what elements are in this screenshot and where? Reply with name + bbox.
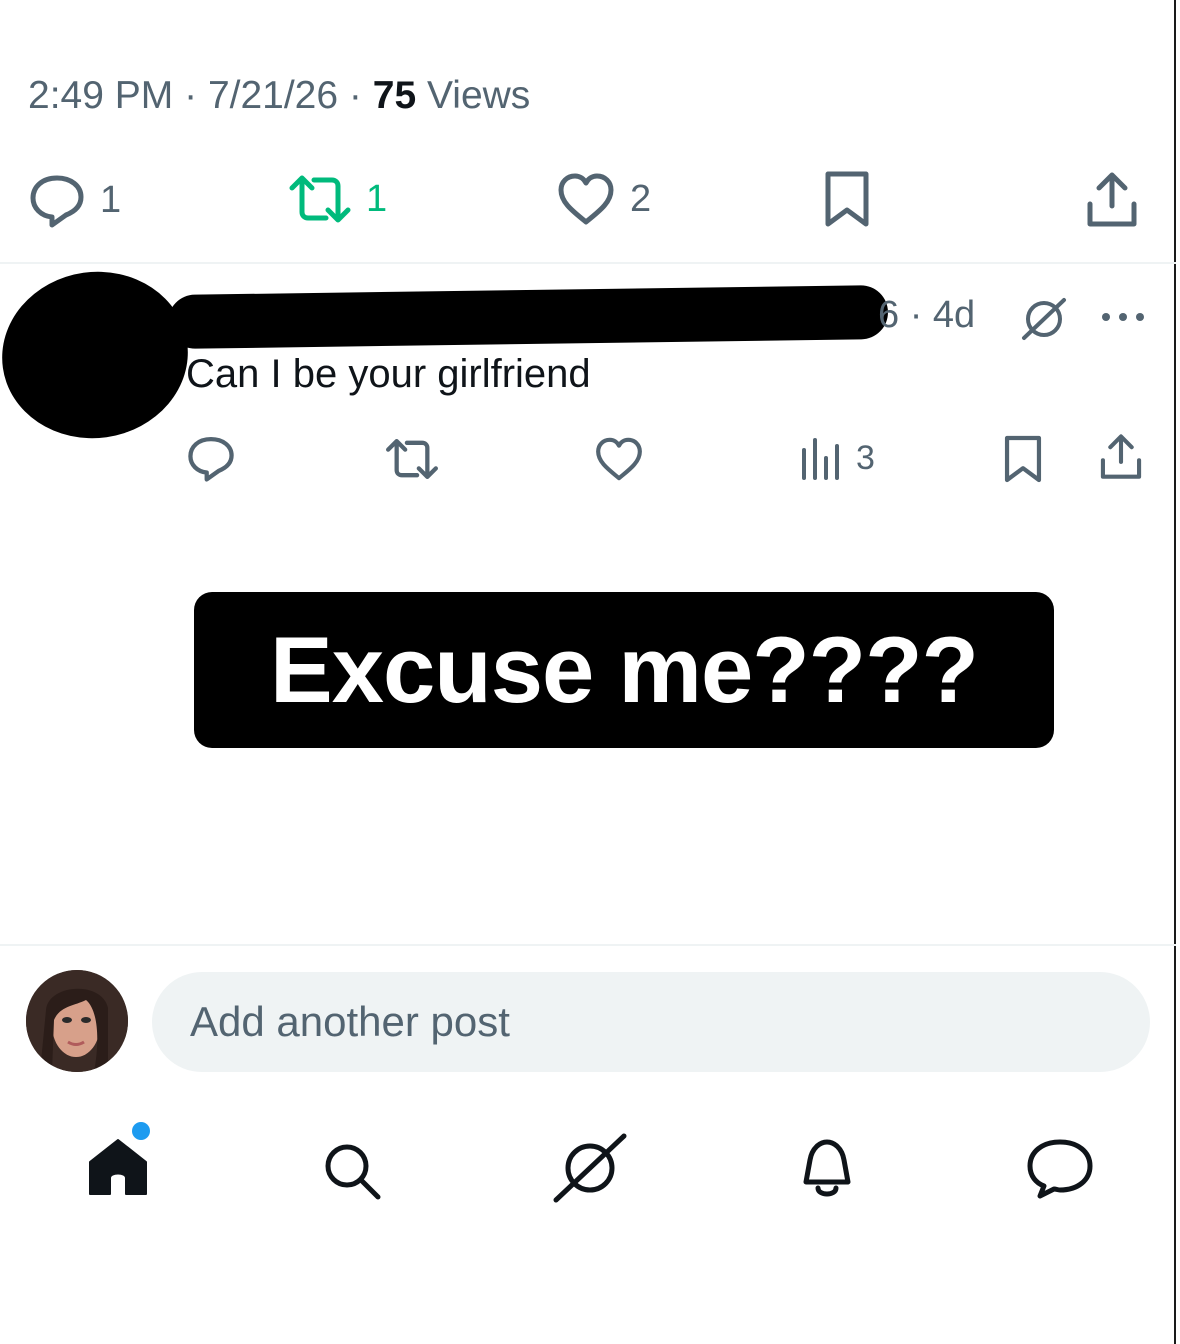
- screen-edge: [1174, 0, 1176, 1344]
- home-unread-dot: [132, 1122, 150, 1140]
- reply-button[interactable]: 1: [28, 172, 121, 228]
- repost-count: 1: [366, 177, 388, 220]
- reply-icon: [188, 437, 234, 482]
- analytics-icon: [802, 438, 839, 480]
- chat-icon: [1027, 1139, 1093, 1199]
- grok-icon: [553, 1133, 627, 1203]
- bookmark-button[interactable]: [822, 170, 872, 228]
- share-icon: [1087, 172, 1137, 227]
- avatar-image: [26, 970, 128, 1072]
- post-views-count: 75: [372, 74, 417, 117]
- reply-like-button[interactable]: [594, 436, 644, 482]
- nav-notifications[interactable]: [796, 1136, 858, 1207]
- divider: [0, 944, 1176, 946]
- like-count: 2: [630, 177, 652, 220]
- caption-text: Excuse me????: [270, 617, 979, 722]
- reply-views-button[interactable]: 3: [800, 436, 875, 480]
- search-icon: [325, 1144, 381, 1200]
- bookmark-icon: [825, 171, 869, 227]
- bell-icon: [803, 1139, 851, 1197]
- more-icon: [1102, 313, 1144, 321]
- redacted-avatar: [0, 259, 199, 451]
- reply-repost-button[interactable]: [384, 436, 440, 482]
- post-action-bar: 1 1 2: [0, 168, 1170, 234]
- reply-icon: [30, 175, 84, 228]
- repost-icon: [289, 175, 351, 223]
- home-icon: [89, 1139, 147, 1195]
- reply-share-button[interactable]: [1098, 432, 1144, 482]
- heart-icon: [558, 173, 614, 225]
- nav-grok[interactable]: [552, 1132, 628, 1209]
- divider: [0, 262, 1176, 264]
- nav-home[interactable]: [86, 1122, 150, 1203]
- redacted-username: [167, 284, 889, 350]
- post-views-label: Views: [426, 74, 531, 117]
- reply-meta: 6 · 4d: [878, 294, 975, 337]
- share-button[interactable]: [1084, 170, 1140, 230]
- grok-button[interactable]: [1018, 294, 1070, 349]
- reply-bookmark-button[interactable]: [1002, 434, 1044, 484]
- post-meta: 2:49 PM · 7/21/26 · 75 Views: [28, 74, 531, 117]
- post-date: 7/21/26: [207, 74, 339, 117]
- reply-count: 1: [100, 178, 122, 221]
- caption-overlay: Excuse me????: [194, 592, 1054, 748]
- like-button[interactable]: 2: [556, 172, 651, 226]
- grok-icon: [1022, 298, 1066, 340]
- user-avatar[interactable]: [26, 970, 128, 1072]
- heart-icon: [596, 437, 642, 481]
- reply-text: Can I be your girlfriend: [186, 352, 591, 396]
- add-post-input[interactable]: Add another post: [152, 972, 1150, 1072]
- repost-icon: [386, 438, 438, 480]
- post-time: 2:49 PM: [28, 74, 174, 117]
- add-post-placeholder: Add another post: [190, 998, 510, 1045]
- nav-search[interactable]: [320, 1140, 384, 1207]
- share-icon: [1100, 434, 1142, 479]
- reply-reply-button[interactable]: [186, 434, 236, 482]
- nav-messages[interactable]: [1024, 1136, 1096, 1205]
- repost-button[interactable]: 1: [288, 172, 387, 226]
- reply-timestamp: 6 · 4d: [878, 294, 976, 336]
- bookmark-icon: [1004, 435, 1042, 483]
- more-options-button[interactable]: [1100, 310, 1146, 329]
- reply-views-count: 3: [856, 438, 875, 477]
